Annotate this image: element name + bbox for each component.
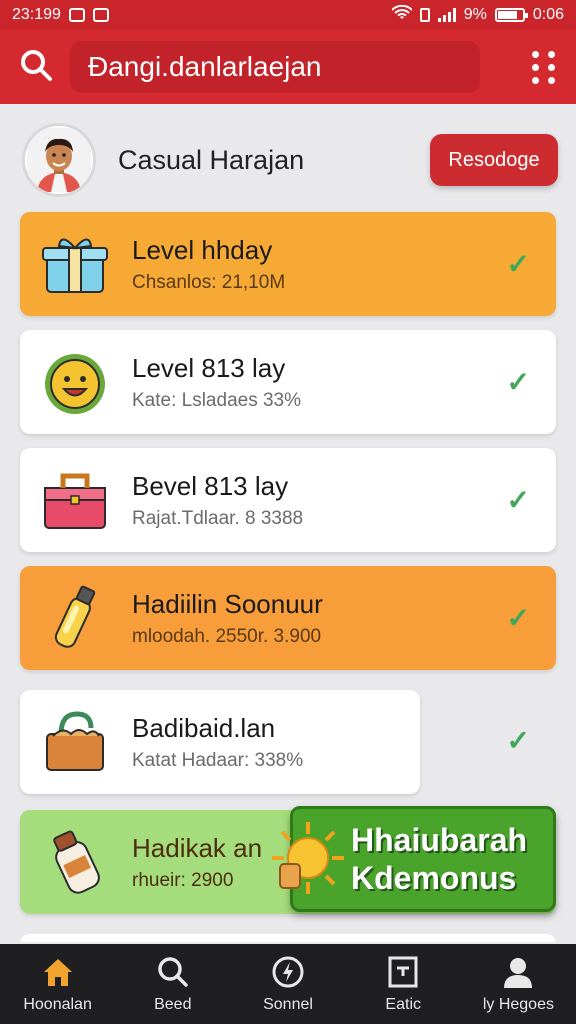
list-item-title: Level 813 lay: [132, 352, 286, 383]
list-item[interactable]: Bevel 813 lay Rajat.Tdlaar. 8 3388 ✓: [20, 448, 556, 552]
list-item-title: Hadikak an: [132, 832, 263, 863]
nav-label: Eatic: [385, 996, 421, 1013]
bottom-navigation: Hoonalan Beed Sonnel Eatic ly Hegoes: [0, 944, 576, 1024]
checkmark-icon: ✓: [506, 248, 530, 280]
nav-label: ly Hegoes: [482, 996, 554, 1013]
checkmark-icon: ✓: [506, 484, 530, 516]
vibrate-icon: [419, 8, 430, 22]
notes-icon: [385, 954, 421, 990]
list-item[interactable]: Badibaid.lan Katat Hadaar: 338%: [20, 690, 420, 794]
list-item-title: Badibaid.lan: [132, 712, 276, 743]
battery-icon: [494, 8, 528, 22]
notification-icon: [68, 8, 85, 22]
nav-item-home[interactable]: Hoonalan: [0, 944, 115, 1024]
wifi-icon: [391, 4, 413, 26]
nav-label: Beed: [154, 996, 192, 1013]
list-item-title: Bevel 813 lay: [132, 470, 289, 501]
sun-icon: [272, 822, 344, 894]
home-icon: [40, 954, 76, 990]
list-item-title: Hadiilin Soonuur: [132, 588, 323, 619]
promo-line-2: Kdemonus: [351, 860, 517, 896]
compass-icon: [270, 954, 306, 990]
profile-name: Casual Harajan: [118, 144, 305, 175]
checkmark-icon: ✓: [506, 602, 530, 634]
list-item-subtitle: Katat Hadaar: 338%: [132, 749, 304, 771]
nav-label: Sonnel: [263, 996, 313, 1013]
signal-icon: [437, 8, 456, 22]
app-bar: Đangi.danlarlaejan: [0, 30, 576, 104]
list-item[interactable]: Hadiilin Soonuur mloodah. 2550r. 3.900 ✓: [20, 566, 556, 670]
list-item-subtitle: mloodah. 2550r. 3.900: [132, 625, 322, 647]
profile-action-button[interactable]: Resodoge: [430, 134, 558, 186]
gift-box-icon: [32, 221, 118, 307]
search-icon: [155, 954, 191, 990]
promo-line-1: Hhaiubarah: [351, 822, 528, 858]
toolbox-icon: [32, 457, 118, 543]
checkmark-icon: ✓: [506, 725, 530, 756]
status-time-right: 0:06: [532, 6, 564, 23]
list-item-subtitle: Rajat.Tdlaar. 8 3388: [132, 507, 304, 529]
more-options-icon[interactable]: [532, 50, 558, 84]
list-item-title: Level hhday: [132, 234, 273, 265]
main-content: Casual Harajan Resodoge Level hhday Chsa…: [0, 104, 576, 942]
checkmark-icon: ✓: [506, 366, 530, 398]
nav-item-profile[interactable]: ly Hegoes: [461, 944, 576, 1024]
nav-item-compass[interactable]: Sonnel: [230, 944, 345, 1024]
sun-face-icon: [32, 339, 118, 425]
list-item[interactable]: Level hhday Chsanlos: 21,10M ✓: [20, 212, 556, 316]
nav-item-search[interactable]: Beed: [115, 944, 230, 1024]
nav-label: Hoonalan: [23, 996, 92, 1013]
list-item-subtitle: Kate: Lsladaes 33%: [132, 389, 302, 411]
search-input[interactable]: Đangi.danlarlaejan: [70, 41, 480, 93]
search-icon[interactable]: [18, 47, 54, 88]
profile-icon: [500, 954, 536, 990]
nav-item-notes[interactable]: Eatic: [346, 944, 461, 1024]
list-item[interactable]: Level 813 lay Kate: Lsladaes 33% ✓: [20, 330, 556, 434]
status-time-left: 23:199: [12, 6, 61, 23]
list-item: [20, 934, 556, 942]
jar-icon: [32, 819, 118, 905]
basket-icon: [32, 699, 118, 785]
avatar[interactable]: [22, 123, 96, 197]
status-bar: 23:199 9% 0:06: [0, 0, 576, 30]
list-item-subtitle: rhueir: 2900: [132, 869, 234, 891]
list-item-subtitle: Chsanlos: 21,10M: [132, 271, 286, 293]
profile-row: Casual Harajan Resodoge: [22, 120, 558, 200]
battery-percent: 9%: [463, 6, 487, 23]
bottle-icon: [32, 575, 118, 661]
search-input-text: Đangi.danlarlaejan: [88, 51, 322, 82]
message-icon: [92, 8, 109, 22]
